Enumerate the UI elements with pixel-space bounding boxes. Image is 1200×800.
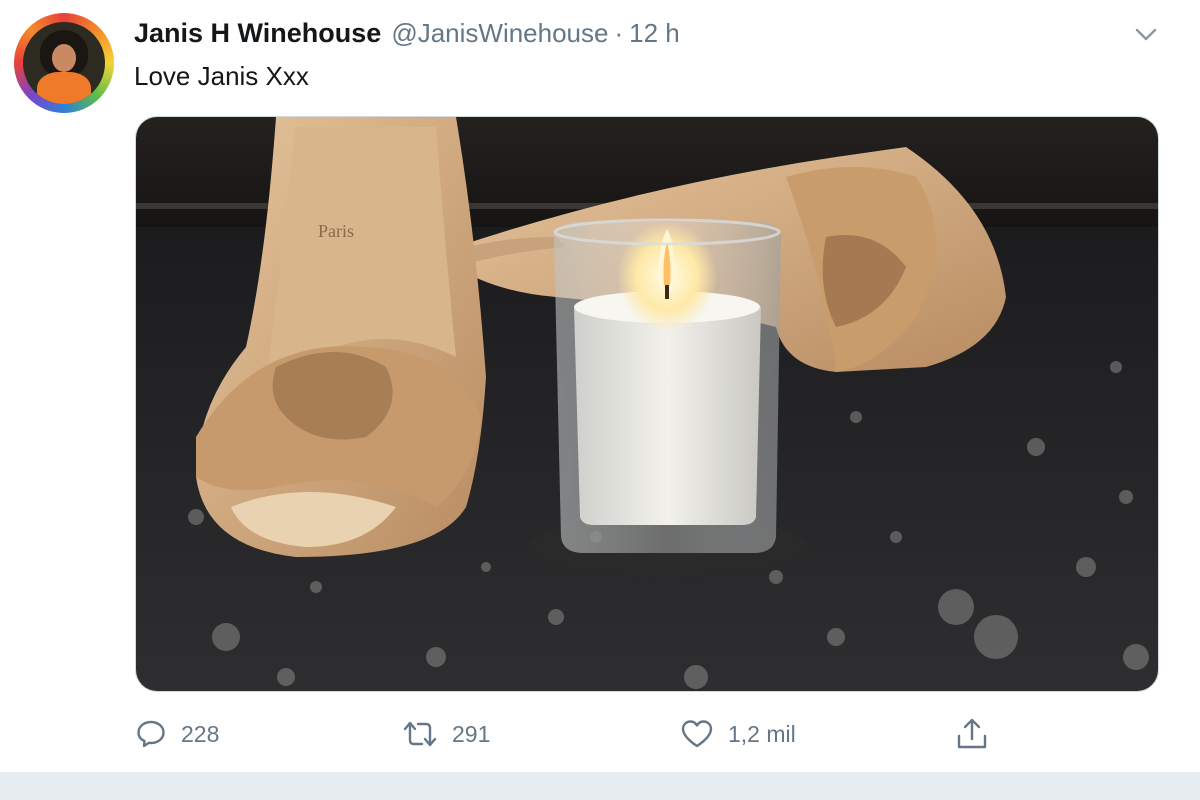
more-options-button[interactable]	[1130, 20, 1162, 48]
tweet-actions: 228 291 1,2 mil	[0, 712, 1200, 756]
author-handle[interactable]: @JanisWinehouse	[391, 18, 608, 49]
share-icon	[957, 718, 987, 749]
timeline-separator	[0, 772, 1200, 800]
like-button[interactable]: 1,2 mil	[680, 712, 796, 756]
tweet-text: Love Janis Xxx	[134, 61, 309, 91]
like-icon	[681, 720, 713, 748]
avatar-photo	[23, 22, 105, 104]
photo-shoes-candle: Paris	[136, 117, 1158, 691]
tweet-header: Janis H Winehouse @JanisWinehouse · 12 h	[134, 18, 680, 50]
avatar[interactable]	[14, 13, 114, 113]
retweet-icon	[403, 721, 437, 747]
retweet-button[interactable]: 291	[402, 712, 490, 756]
timestamp[interactable]: 12 h	[629, 18, 680, 49]
separator-dot: ·	[614, 18, 624, 48]
insole-brand-text: Paris	[318, 221, 354, 241]
retweet-count: 291	[452, 720, 491, 747]
author-name[interactable]: Janis H Winehouse	[134, 18, 381, 49]
reply-icon	[137, 720, 165, 748]
tweet[interactable]: Janis H Winehouse @JanisWinehouse · 12 h…	[0, 0, 1200, 772]
reply-count: 228	[181, 720, 220, 747]
tweet-image[interactable]: Paris	[135, 116, 1159, 692]
share-button[interactable]	[955, 712, 989, 756]
reply-button[interactable]: 228	[135, 712, 219, 756]
chevron-down-icon	[1135, 28, 1157, 41]
like-count: 1,2 mil	[728, 720, 796, 747]
